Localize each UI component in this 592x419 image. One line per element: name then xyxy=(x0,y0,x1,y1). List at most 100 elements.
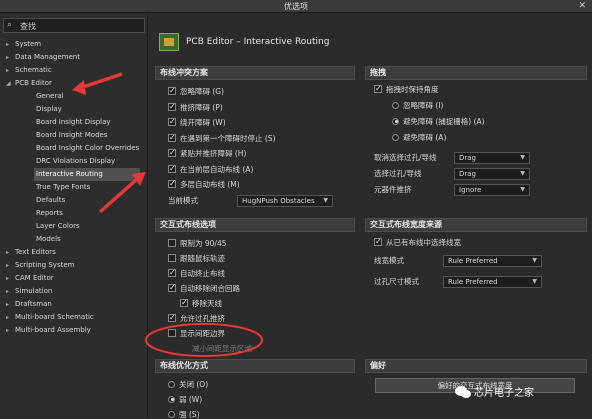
drag-setting-select[interactable]: Ignore ▼ xyxy=(454,184,530,196)
radio-icon xyxy=(392,101,399,109)
window-title-bar: 优选项 ✕ xyxy=(0,0,592,13)
checkbox-icon xyxy=(168,101,176,113)
interactive-option-checkbox[interactable]: 跟随鼠标轨迹 xyxy=(168,253,225,265)
collapsed-arrow-icon[interactable]: ▸ xyxy=(6,259,15,272)
pick-width-checkbox[interactable]: 从已有布线中选择线宽 xyxy=(374,236,461,249)
keep-angle-checkbox[interactable]: 拖拽时保持角度 xyxy=(374,83,439,96)
tree-item[interactable]: ▸ Draftsman xyxy=(6,298,146,311)
drag-mode-radio[interactable]: 忽略障碍 (I) xyxy=(392,100,443,112)
conflict-option-checkbox[interactable]: 在遇到第一个障碍时停止 (S) xyxy=(168,132,276,145)
checkbox-icon xyxy=(168,116,176,128)
optimize-radio[interactable]: 弱 (W) xyxy=(168,394,202,406)
tree-item-label: General xyxy=(36,92,64,100)
drag-mode-radio[interactable]: 避免障碍 (A) xyxy=(392,132,446,144)
tree-item-label: Models xyxy=(36,235,61,243)
collapsed-arrow-icon[interactable]: ▸ xyxy=(6,298,15,311)
conflict-option-checkbox[interactable]: 绕开障碍 (W) xyxy=(168,116,226,129)
collapsed-arrow-icon[interactable]: ▸ xyxy=(6,38,15,51)
checkbox-icon xyxy=(168,132,176,144)
chevron-down-icon: ▼ xyxy=(520,186,525,193)
tree-item[interactable]: Display xyxy=(34,103,140,116)
collapsed-arrow-icon[interactable]: ▸ xyxy=(6,285,15,298)
tree-item-label: Board Insight Modes xyxy=(36,131,108,139)
collapsed-arrow-icon[interactable]: ▸ xyxy=(6,51,15,64)
width-setting-select[interactable]: Rule Preferred ▼ xyxy=(443,255,542,267)
tree-item[interactable]: ▸ CAM Editor xyxy=(6,272,146,285)
radio-icon xyxy=(168,380,175,388)
section-drag-header: 拖拽 xyxy=(365,66,587,80)
wechat-logo-icon xyxy=(455,386,471,398)
width-setting-label: 线宽模式 xyxy=(374,256,404,265)
section-conflict-header: 布线冲突方案 xyxy=(155,66,355,80)
drag-setting-label: 元器件推挤 xyxy=(374,185,412,194)
collapsed-arrow-icon[interactable]: ▸ xyxy=(6,311,15,324)
tree-item-label: Reports xyxy=(36,209,63,217)
tree-item[interactable]: ▸ Multi-board Assembly xyxy=(6,324,146,337)
expanded-arrow-icon[interactable]: ◢ xyxy=(6,77,15,90)
red-arrow-annotation-icon xyxy=(98,172,146,214)
drag-setting-select[interactable]: Drag ▼ xyxy=(454,168,530,180)
red-arrow-annotation-icon xyxy=(72,72,123,95)
interactive-option-label: 自动终止布线 xyxy=(180,269,225,278)
conflict-option-label: 多层自动布线 (M) xyxy=(180,180,240,189)
tree-item[interactable]: Models xyxy=(34,233,140,246)
conflict-option-label: 绕开障碍 (W) xyxy=(180,118,226,127)
radio-icon xyxy=(168,410,175,418)
tree-item[interactable]: Board Insight Color Overrides xyxy=(34,142,140,155)
chevron-down-icon: ▼ xyxy=(520,154,525,161)
tree-item[interactable]: ▸ Text Editors xyxy=(6,246,146,259)
collapsed-arrow-icon[interactable]: ▸ xyxy=(6,246,15,259)
radio-icon xyxy=(392,117,399,125)
pcb-editor-icon xyxy=(159,33,179,51)
drag-setting-value: Ignore xyxy=(459,186,482,194)
tree-item[interactable]: ▸ Multi-board Schematic xyxy=(6,311,146,324)
radio-icon xyxy=(392,133,399,141)
tree-item-label: Simulation xyxy=(15,287,53,295)
conflict-option-label: 紧贴并推挤障碍 (H) xyxy=(180,149,247,158)
collapsed-arrow-icon[interactable]: ▸ xyxy=(6,324,15,337)
tree-item[interactable]: ▸ Simulation xyxy=(6,285,146,298)
close-icon[interactable]: ✕ xyxy=(578,0,586,13)
conflict-option-checkbox[interactable]: 推挤障碍 (P) xyxy=(168,101,223,114)
interactive-option-checkbox[interactable]: 自动终止布线 xyxy=(168,267,225,280)
tree-item[interactable]: Layer Colors xyxy=(34,220,140,233)
section-prefs-header: 偏好 xyxy=(365,359,587,373)
tree-item-label: DRC Violations Display xyxy=(36,157,116,165)
conflict-option-checkbox[interactable]: 忽略障碍 (G) xyxy=(168,85,224,98)
chevron-down-icon: ▼ xyxy=(323,197,328,204)
conflict-option-checkbox[interactable]: 多层自动布线 (M) xyxy=(168,178,240,191)
interactive-option-checkbox[interactable]: 自动移除闭合回路 xyxy=(168,282,240,295)
checkbox-icon xyxy=(374,83,382,95)
checkbox-icon xyxy=(180,297,188,309)
width-setting-select[interactable]: Rule Preferred ▼ xyxy=(443,276,542,288)
collapsed-arrow-icon[interactable]: ▸ xyxy=(6,272,15,285)
conflict-option-checkbox[interactable]: 紧贴并推挤障碍 (H) xyxy=(168,147,247,160)
tree-item[interactable]: ▸ System xyxy=(6,38,146,51)
interactive-option-checkbox[interactable]: 移除天线 xyxy=(180,297,222,310)
drag-setting-value: Drag xyxy=(459,154,477,162)
tree-item-label: PCB Editor xyxy=(15,79,52,87)
optimize-radio[interactable]: 强 (S) xyxy=(168,409,200,419)
conflict-option-checkbox[interactable]: 在当前层自动布线 (A) xyxy=(168,163,253,176)
tree-item[interactable]: Board Insight Modes xyxy=(34,129,140,142)
tree-item-label: Multi-board Assembly xyxy=(15,326,91,334)
tree-item-label: Board Insight Display xyxy=(36,118,111,126)
collapsed-arrow-icon[interactable]: ▸ xyxy=(6,64,15,77)
routing-mode-select[interactable]: HugNPush Obstacles ▼ xyxy=(237,195,333,207)
chevron-down-icon: ▼ xyxy=(520,170,525,177)
optimize-radio[interactable]: 关闭 (O) xyxy=(168,379,208,391)
tree-item[interactable]: ▸ Data Management xyxy=(6,51,146,64)
drag-setting-select[interactable]: Drag ▼ xyxy=(454,152,530,164)
drag-mode-label: 忽略障碍 (I) xyxy=(403,101,444,110)
width-setting-label: 过孔尺寸模式 xyxy=(374,277,419,286)
search-input[interactable]: ⌕ 查找 xyxy=(3,18,145,33)
tree-item-label: Schematic xyxy=(15,66,52,74)
drag-mode-label: 避免障碍 (A) xyxy=(403,133,447,142)
tree-item[interactable]: ▸ Scripting System xyxy=(6,259,146,272)
interactive-option-checkbox[interactable]: 限制为 90/45 xyxy=(168,238,227,250)
tree-item[interactable]: Board Insight Display xyxy=(34,116,140,129)
checkbox-icon xyxy=(168,178,176,190)
drag-mode-radio[interactable]: 避免障碍 (捕捉栅格) (A) xyxy=(392,116,485,128)
keep-angle-label: 拖拽时保持角度 xyxy=(386,85,439,94)
checkbox-icon xyxy=(168,147,176,159)
